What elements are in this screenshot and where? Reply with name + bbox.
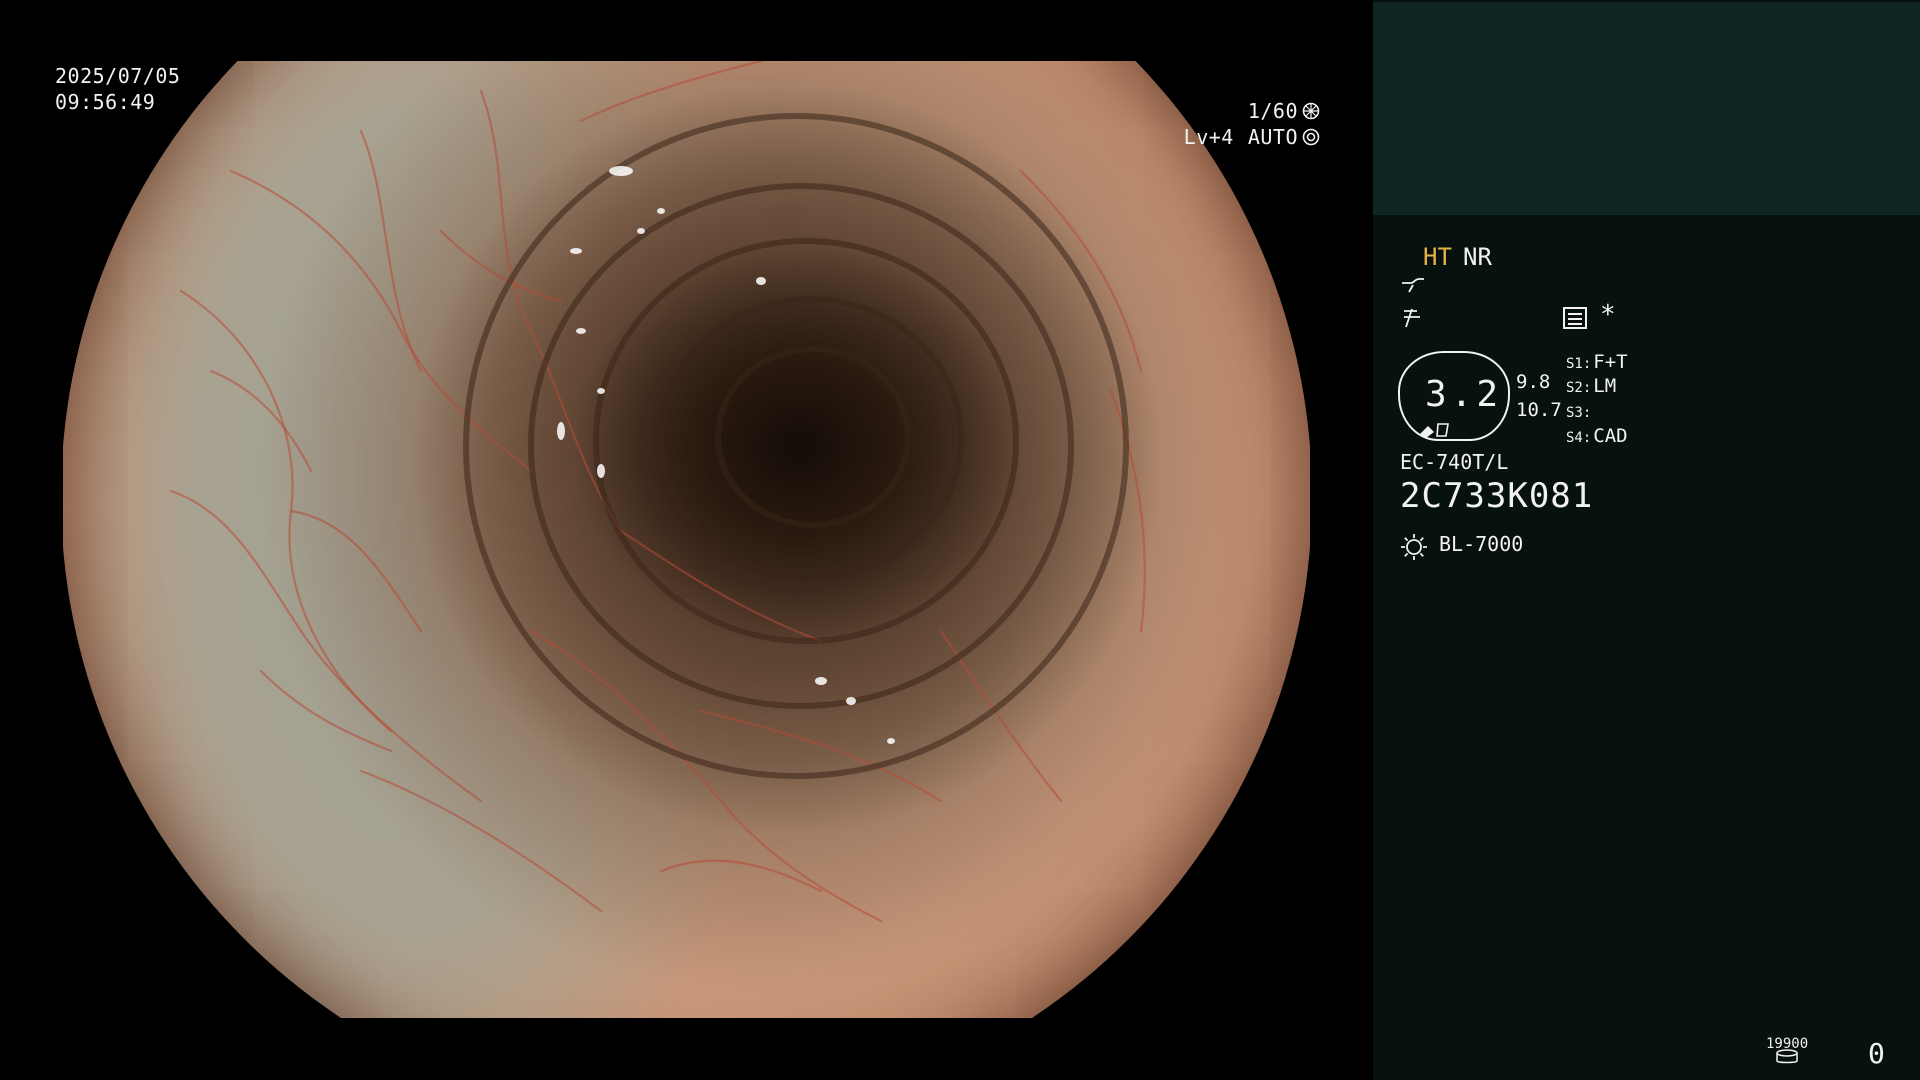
switch-s3: S3:	[1566, 399, 1593, 425]
iris-icon	[1302, 128, 1320, 146]
switch-s1: S1: F+T	[1566, 350, 1628, 376]
shutter-row: 1/60	[1060, 98, 1320, 124]
switch-value: CAD	[1593, 425, 1628, 447]
exposure-overlay: 1/60 Lv+4 AUTO	[1060, 98, 1320, 150]
switch-key: S2:	[1566, 380, 1592, 396]
tone-curve-icon	[1402, 278, 1424, 293]
record-list-icon	[1563, 307, 1587, 329]
iris-mode-text: AUTO	[1247, 125, 1298, 149]
shutter-text: 1/60	[1247, 99, 1298, 123]
datetime-overlay: 2025/07/05 09:56:49	[55, 63, 180, 115]
mucosa-vessels	[169, 61, 1146, 923]
scope-tip-icon	[1420, 423, 1449, 438]
level-text: Lv+4	[1183, 125, 1234, 149]
endoscope-viewport: 2025/07/05 09:56:49 1/60 Lv+4 AUTO	[0, 0, 1373, 1080]
capture-count: 0	[1868, 1037, 1885, 1070]
panel-info: HT NR * 3.2 9.8 10.7 S1: F+T S2: LM S3: …	[1373, 215, 1920, 1080]
storage-disk-icon	[1776, 1049, 1798, 1064]
measure-value-1: 9.8	[1516, 371, 1551, 393]
switch-key: S1:	[1566, 356, 1592, 372]
info-panel: HT NR * 3.2 9.8 10.7 S1: F+T S2: LM S3: …	[1373, 0, 1920, 1080]
endoscope-image-frame	[63, 61, 1310, 1018]
level-row: Lv+4 AUTO	[1060, 124, 1320, 150]
scope-serial: 2C733K081	[1400, 476, 1594, 516]
switch-key: S3:	[1566, 405, 1592, 421]
measure-value-2: 10.7	[1516, 399, 1562, 421]
mode-nr: NR	[1463, 243, 1492, 271]
switch-key: S4:	[1566, 430, 1592, 446]
scope-model: EC-740T/L	[1400, 450, 1509, 474]
light-source-icon	[1401, 534, 1427, 560]
asterisk-marker: *	[1600, 300, 1616, 330]
thumbnail-area	[1373, 2, 1920, 215]
endoscopy-screen: 2025/07/05 09:56:49 1/60 Lv+4 AUTO HT NR…	[0, 0, 1920, 1080]
switch-s2: S2: LM	[1566, 374, 1616, 400]
enhancement-icon	[1404, 308, 1420, 328]
zoom-value: 3.2	[1425, 374, 1503, 415]
switch-s4: S4: CAD	[1566, 424, 1628, 450]
light-source-text: BL-7000	[1439, 532, 1524, 556]
aperture-icon	[1302, 102, 1320, 120]
mode-ht: HT	[1423, 243, 1452, 271]
time-text: 09:56:49	[55, 90, 156, 114]
date-text: 2025/07/05	[55, 64, 181, 88]
endoscopic-image	[63, 61, 1310, 1018]
switch-value: F+T	[1593, 351, 1628, 373]
switch-value: LM	[1593, 375, 1617, 397]
